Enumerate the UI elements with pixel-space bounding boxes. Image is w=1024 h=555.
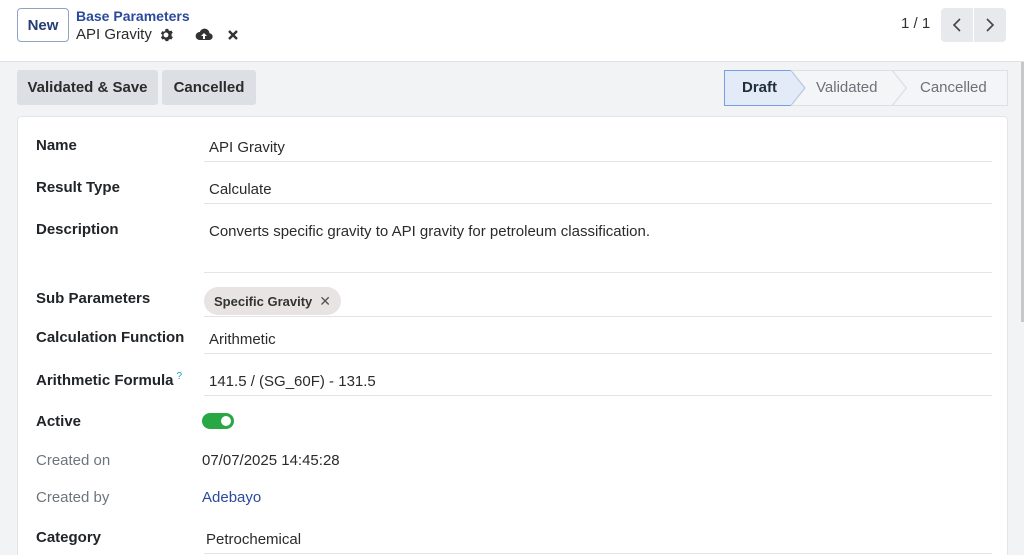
stage-bar: Draft Validated Cancelled: [724, 70, 1008, 106]
new-button[interactable]: New: [17, 8, 69, 42]
arithmetic-formula-field[interactable]: 141.5 / (SG_60F) - 131.5: [209, 373, 376, 390]
stage-draft[interactable]: Draft: [742, 70, 777, 106]
created-on-label: Created on: [36, 452, 111, 469]
created-on-value: 07/07/2025 14:45:28: [202, 452, 340, 469]
calculation-function-underline: [204, 353, 992, 354]
sub-parameter-tag[interactable]: Specific Gravity ✕: [204, 287, 342, 315]
arithmetic-formula-underline: [204, 395, 992, 396]
sub-parameter-tag-label: Specific Gravity: [214, 293, 313, 309]
validated-save-button[interactable]: Validated & Save: [17, 70, 158, 105]
toggle-knob: [221, 416, 231, 426]
cancelled-button[interactable]: Cancelled: [162, 70, 256, 105]
pager-previous-button[interactable]: [941, 8, 973, 42]
name-field[interactable]: API Gravity: [209, 139, 285, 156]
category-field[interactable]: Petrochemical: [206, 531, 301, 548]
gear-icon[interactable]: [159, 28, 173, 42]
result-type-underline: [204, 203, 992, 204]
pager-next-button[interactable]: [974, 8, 1006, 42]
sub-parameters-underline: [204, 316, 992, 317]
active-label: Active: [36, 413, 82, 430]
description-underline: [204, 272, 992, 273]
sub-parameters-label: Sub Parameters: [36, 290, 151, 307]
calculation-function-field[interactable]: Arithmetic: [209, 331, 276, 348]
name-underline: [204, 161, 992, 162]
name-label: Name: [36, 137, 77, 154]
result-type-field[interactable]: Calculate: [209, 181, 272, 198]
stage-validated[interactable]: Validated: [816, 70, 877, 106]
breadcrumb-current: API Gravity: [76, 26, 152, 43]
breadcrumb: Base Parameters API Gravity: [76, 8, 239, 44]
pager-value: 1 / 1: [901, 15, 931, 32]
category-label: Category: [36, 529, 102, 546]
close-icon[interactable]: [227, 29, 239, 41]
cloud-upload-icon[interactable]: [195, 28, 213, 42]
created-by-label: Created by: [36, 489, 110, 506]
active-toggle[interactable]: [202, 413, 234, 429]
calculation-function-label: Calculation Function: [36, 329, 185, 346]
chevron-left-icon: [952, 18, 961, 32]
description-field[interactable]: Converts specific gravity to API gravity…: [209, 223, 650, 240]
stage-cancelled[interactable]: Cancelled: [920, 70, 987, 106]
breadcrumb-parent-link[interactable]: Base Parameters: [76, 8, 239, 24]
arithmetic-formula-label-text: Arithmetic Formula: [36, 372, 174, 389]
control-panel: New Base Parameters API Gravity 1 / 1: [0, 0, 1024, 62]
result-type-label: Result Type: [36, 179, 120, 196]
tag-remove-icon[interactable]: ✕: [319, 293, 331, 310]
created-by-link[interactable]: Adebayo: [202, 489, 261, 506]
category-underline: [204, 553, 992, 554]
description-label: Description: [36, 221, 119, 238]
chevron-right-icon: [986, 18, 995, 32]
arithmetic-formula-label: Arithmetic Formula?: [36, 371, 182, 389]
help-tooltip-icon[interactable]: ?: [177, 371, 183, 382]
form-sheet: Name API Gravity Result Type Calculate D…: [17, 116, 1008, 555]
